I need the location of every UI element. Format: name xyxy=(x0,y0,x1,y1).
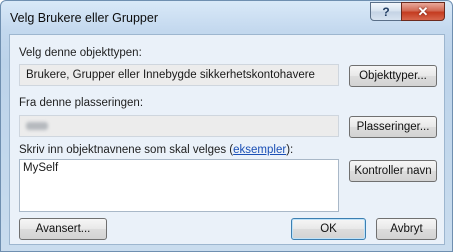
object-type-label: Velg denne objekttypen: xyxy=(19,47,142,59)
object-names-input[interactable]: MySelf xyxy=(19,159,339,212)
object-names-label-suffix: ): xyxy=(286,144,294,156)
redacted-location xyxy=(26,122,48,130)
dialog-body: Velg denne objekttypen: Brukere, Grupper… xyxy=(9,34,445,245)
examples-link[interactable]: eksempler xyxy=(233,144,286,156)
location-label: Fra denne plasseringen: xyxy=(19,97,144,109)
ok-button[interactable]: OK xyxy=(291,218,366,240)
locations-button[interactable]: Plasseringer... xyxy=(349,116,437,138)
title-bar: Velg Brukere eller Grupper ? ✕ xyxy=(1,1,452,35)
close-icon: ✕ xyxy=(417,3,429,19)
object-type-field: Brukere, Grupper eller Innebygde sikkerh… xyxy=(19,64,339,86)
cancel-button[interactable]: Avbryt xyxy=(376,218,437,240)
location-field xyxy=(19,115,339,137)
advanced-button[interactable]: Avansert... xyxy=(19,218,107,240)
close-button[interactable]: ✕ xyxy=(401,2,445,21)
object-names-label-prefix: Skriv inn objektnavnene som skal velges … xyxy=(19,144,234,156)
object-types-button[interactable]: Objekttyper... xyxy=(349,65,437,87)
help-button[interactable]: ? xyxy=(370,2,402,21)
object-names-label: Skriv inn objektnavnene som skal velges … xyxy=(19,144,293,156)
help-icon: ? xyxy=(382,4,390,19)
dialog-title: Velg Brukere eller Grupper xyxy=(10,11,158,25)
check-names-button[interactable]: Kontroller navn xyxy=(349,160,437,182)
select-users-dialog: Velg Brukere eller Grupper ? ✕ Velg denn… xyxy=(0,0,453,252)
